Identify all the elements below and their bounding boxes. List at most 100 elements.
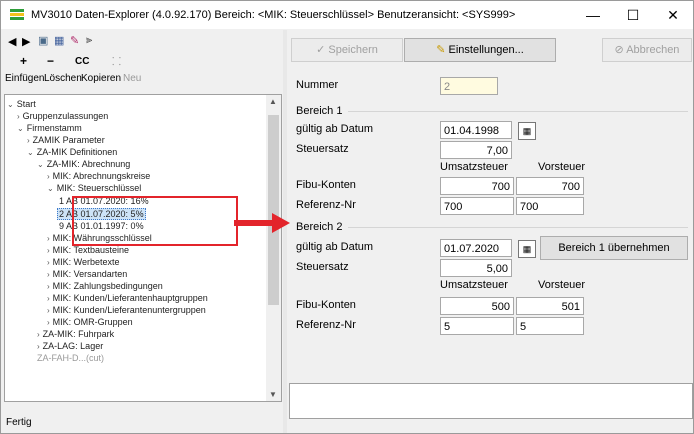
tree-view[interactable]: ⌄ Start › Gruppenzulassungen ⌄ Firmenstamm … — [4, 94, 268, 402]
calendar-icon[interactable]: ▦ — [518, 240, 536, 258]
folder-up-icon[interactable]: ▣ — [38, 34, 48, 47]
tree-item[interactable]: › MIK: Abrechnungskreise — [47, 171, 150, 181]
chair-icon[interactable]: ⫸ — [86, 34, 92, 47]
tree-item[interactable]: ⌄ ZA-MIK: Abrechnung — [37, 159, 130, 169]
window-title: MV3010 Daten-Explorer (4.0.92.170) Berei… — [31, 9, 516, 21]
maximize-button[interactable]: ☐ — [613, 1, 653, 29]
tree-item[interactable]: ⌄ ZA-MIK Definitionen — [27, 147, 117, 157]
tree-item[interactable]: › MIK: Textbausteine — [47, 245, 129, 255]
bereich1-fibu-ust-field[interactable]: 700 — [440, 177, 514, 195]
detail-form: Nummer 2 Bereich 1 gültig ab Datum 01.04… — [288, 71, 692, 376]
collapse-arrow-icon[interactable]: › — [47, 234, 50, 243]
bereich1-fibu-vst-field[interactable]: 700 — [516, 177, 584, 195]
tree-item[interactable]: ⌄ Firmenstamm — [17, 123, 82, 133]
scroll-down-icon[interactable]: ▼ — [269, 390, 277, 399]
grid-view-icon[interactable]: ▦ — [54, 34, 64, 47]
insert-button[interactable]: Einfügen — [5, 73, 44, 84]
bereich2-gueltig-field[interactable]: 01.07.2020 — [440, 239, 512, 257]
collapse-arrow-icon[interactable]: › — [47, 306, 50, 315]
bereich2-ref-label: Referenz-Nr — [296, 319, 356, 331]
tree-item[interactable]: › MIK: Zahlungsbedingungen — [47, 281, 163, 291]
bereich2-ref-ust-field[interactable]: 5 — [440, 317, 514, 335]
app-icon — [10, 9, 24, 20]
forward-arrow-icon[interactable]: ▶ — [22, 35, 30, 48]
delete-symbol[interactable]: − — [47, 54, 54, 68]
scroll-up-icon[interactable]: ▲ — [269, 97, 277, 106]
tree-item[interactable]: ⌄ MIK: Steuerschlüssel — [47, 183, 141, 193]
bereich1-vorsteuer-header: Vorsteuer — [538, 161, 586, 173]
collapse-arrow-icon[interactable]: › — [17, 112, 20, 121]
scroll-thumb[interactable] — [268, 115, 279, 305]
collapse-arrow-icon[interactable]: › — [47, 258, 50, 267]
collapse-arrow-icon[interactable]: › — [27, 136, 30, 145]
tree-item[interactable]: ⌄ Start — [7, 99, 36, 109]
bereich2-fibu-label: Fibu-Konten — [296, 299, 356, 311]
delete-button[interactable]: Löschen — [44, 73, 82, 84]
expand-arrow-icon[interactable]: ⌄ — [27, 148, 34, 157]
nummer-field[interactable]: 2 — [440, 77, 498, 95]
tree-item[interactable]: › MIK: OMR-Gruppen — [47, 317, 133, 327]
expand-arrow-icon[interactable]: ⌄ — [47, 184, 54, 193]
tree-item[interactable]: › MIK: Kunden/Lieferantenhauptgruppen — [47, 293, 208, 303]
bereich2-gueltig-label: gültig ab Datum — [296, 241, 374, 253]
bereich2-steuersatz-label: Steuersatz — [296, 261, 349, 273]
bereich1-umsatzsteuer-header: Umsatzsteuer — [440, 161, 508, 173]
cancel-button[interactable]: ⊘ Abbrechen — [602, 38, 692, 62]
bereich2-fibu-vst-field[interactable]: 501 — [516, 297, 584, 315]
memo-area[interactable] — [289, 383, 693, 419]
expand-arrow-icon[interactable]: ⌄ — [17, 124, 24, 133]
close-button[interactable]: ✕ — [653, 1, 693, 29]
left-toolbar: ◀ ▶ ▣ ▦ ✎ ⫸ + − CC ⸬ Einfügen Löschen Ko… — [2, 30, 283, 92]
bereich1-gueltig-field[interactable]: 01.04.1998 — [440, 121, 512, 139]
bereich2-steuersatz-field[interactable]: 5,00 — [440, 259, 512, 277]
collapse-arrow-icon[interactable]: › — [47, 270, 50, 279]
tree-item[interactable]: ZA-FAH-D...(cut) — [37, 353, 104, 363]
collapse-arrow-icon[interactable]: › — [47, 246, 50, 255]
new-item-icon[interactable]: ⸬ — [112, 54, 121, 69]
checkmark-icon: ✓ — [316, 44, 329, 56]
edit-pen-icon[interactable]: ✎ — [70, 34, 79, 47]
save-button[interactable]: ✓ Speichern — [291, 38, 403, 62]
bereich2-ref-vst-field[interactable]: 5 — [516, 317, 584, 335]
right-toolbar: ✓ Speichern ✎ Einstellungen... ⊘ Abbrech… — [288, 30, 692, 70]
tree-item[interactable]: › ZA-MIK: Fuhrpark — [37, 329, 114, 339]
tree-item[interactable]: › Gruppenzulassungen — [17, 111, 108, 121]
tree-item[interactable]: › MIK: Werbetexte — [47, 257, 120, 267]
section-divider — [348, 227, 688, 228]
collapse-arrow-icon[interactable]: › — [47, 172, 50, 181]
settings-pen-icon: ✎ — [436, 44, 449, 56]
tree-item[interactable]: › MIK: Versandarten — [47, 269, 127, 279]
bereich2-umsatzsteuer-header: Umsatzsteuer — [440, 279, 508, 291]
tree-item[interactable]: › ZA-LAG: Lager — [37, 341, 103, 351]
collapse-arrow-icon[interactable]: › — [47, 282, 50, 291]
copy-symbol[interactable]: CC — [75, 56, 89, 67]
bereich1-steuersatz-label: Steuersatz — [296, 143, 349, 155]
bereich1-steuersatz-field[interactable]: 7,00 — [440, 141, 512, 159]
title-bar: MV3010 Daten-Explorer (4.0.92.170) Berei… — [1, 1, 693, 29]
settings-button[interactable]: ✎ Einstellungen... — [404, 38, 556, 62]
new-button[interactable]: Neu — [123, 73, 141, 84]
bereich1-ref-label: Referenz-Nr — [296, 199, 356, 211]
collapse-arrow-icon[interactable]: › — [37, 330, 40, 339]
collapse-arrow-icon[interactable]: › — [47, 318, 50, 327]
section-divider — [348, 111, 688, 112]
expand-arrow-icon[interactable]: ⌄ — [7, 100, 14, 109]
bereich1-ref-ust-field[interactable]: 700 — [440, 197, 514, 215]
app-window: MV3010 Daten-Explorer (4.0.92.170) Berei… — [0, 0, 694, 434]
cancel-icon: ⊘ — [614, 44, 627, 56]
bereich1-ref-vst-field[interactable]: 700 — [516, 197, 584, 215]
collapse-arrow-icon[interactable]: › — [47, 294, 50, 303]
minimize-button[interactable]: — — [573, 1, 613, 29]
back-arrow-icon[interactable]: ◀ — [8, 35, 16, 48]
tree-item[interactable]: › MIK: Kunden/Lieferantenuntergruppen — [47, 305, 206, 315]
bereich2-fibu-ust-field[interactable]: 500 — [440, 297, 514, 315]
copy-bereich1-button[interactable]: Bereich 1 übernehmen — [540, 236, 688, 260]
collapse-arrow-icon[interactable]: › — [37, 342, 40, 351]
tree-scrollbar[interactable]: ▲ ▼ — [266, 94, 282, 402]
insert-symbol[interactable]: + — [20, 54, 27, 68]
calendar-icon[interactable]: ▦ — [518, 122, 536, 140]
expand-arrow-icon[interactable]: ⌄ — [37, 160, 44, 169]
bereich1-title: Bereich 1 — [296, 105, 343, 117]
copy-button[interactable]: Kopieren — [81, 73, 121, 84]
tree-item[interactable]: › ZAMIK Parameter — [27, 135, 105, 145]
